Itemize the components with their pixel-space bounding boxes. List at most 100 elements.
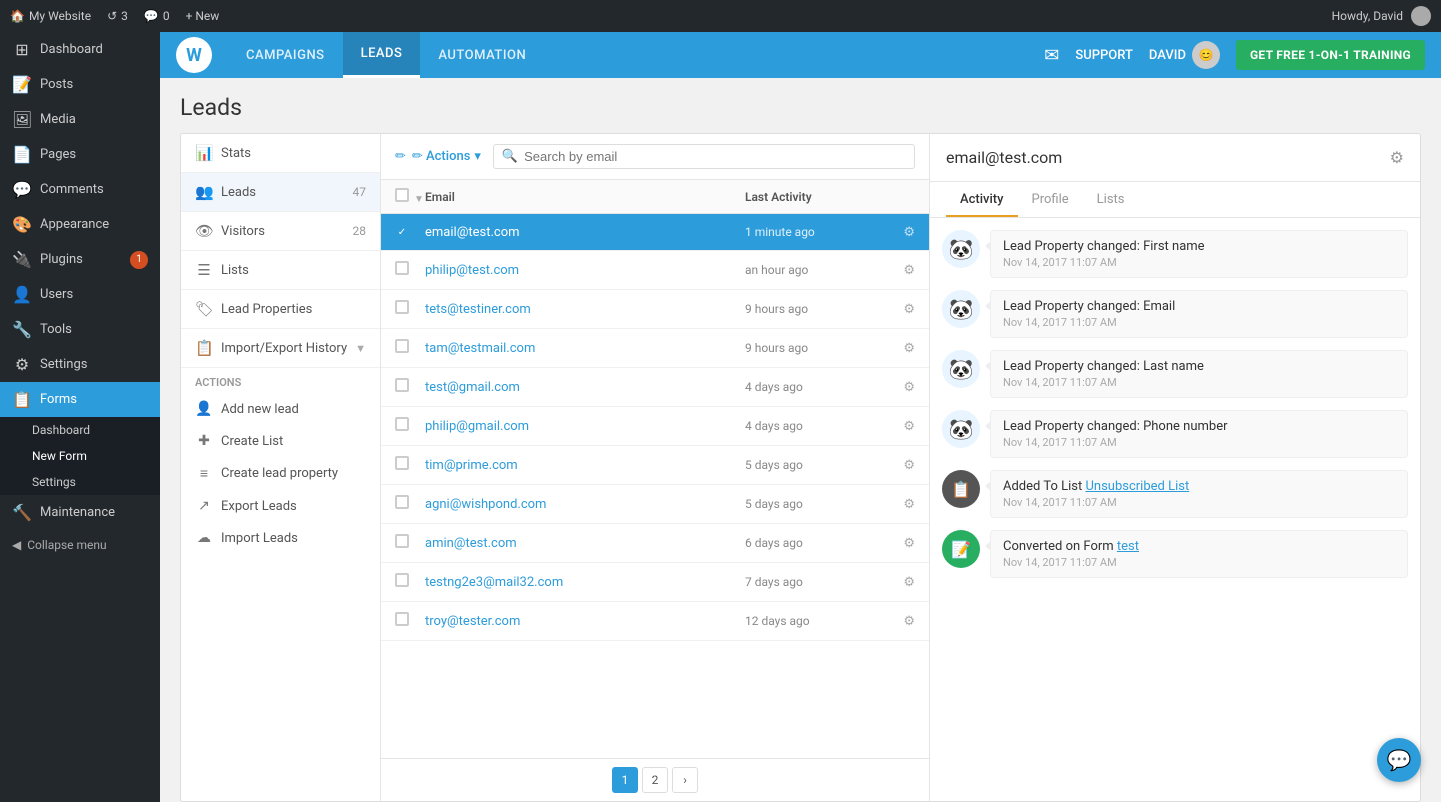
- lead-settings-icon[interactable]: ⚙: [885, 302, 915, 317]
- row-checkbox[interactable]: [395, 456, 409, 470]
- lead-row[interactable]: tets@testiner.com 9 hours ago ⚙: [381, 290, 929, 329]
- lead-row[interactable]: test@gmail.com 4 days ago ⚙: [381, 368, 929, 407]
- lead-row[interactable]: tam@testmail.com 9 hours ago ⚙: [381, 329, 929, 368]
- forms-submenu-settings[interactable]: Settings: [0, 469, 160, 495]
- sidebar-item-appearance[interactable]: 🎨 Appearance: [0, 207, 160, 242]
- logo-button[interactable]: W: [176, 37, 212, 73]
- cta-button[interactable]: GET FREE 1-ON-1 TRAINING: [1236, 40, 1425, 70]
- sidebar-lead-properties[interactable]: 🏷 Lead Properties: [181, 290, 380, 329]
- lead-settings-icon[interactable]: ⚙: [885, 536, 915, 551]
- lead-row[interactable]: philip@test.com an hour ago ⚙: [381, 251, 929, 290]
- lead-settings-icon[interactable]: ⚙: [885, 419, 915, 434]
- row-checkbox[interactable]: [395, 226, 409, 240]
- sidebar-item-forms[interactable]: 📋 Forms: [0, 382, 160, 417]
- lead-activity: 4 days ago: [745, 419, 885, 433]
- lead-settings-icon[interactable]: ⚙: [885, 575, 915, 590]
- admin-bar-site[interactable]: 🏠 My Website: [10, 9, 91, 23]
- sidebar-item-posts[interactable]: 📝 Posts: [0, 67, 160, 102]
- nav-automation[interactable]: AUTOMATION: [420, 32, 544, 78]
- import-export-arrow: ▼: [355, 342, 366, 355]
- lead-row[interactable]: amin@test.com 6 days ago ⚙: [381, 524, 929, 563]
- sidebar-item-maintenance[interactable]: 🔨 Maintenance: [0, 495, 160, 530]
- sidebar-leads[interactable]: 👥 Leads 47: [181, 173, 380, 212]
- right-panel-tabs: Activity Profile Lists: [930, 182, 1420, 218]
- lead-activity: 5 days ago: [745, 497, 885, 511]
- activity-body: Lead Property changed: Last name Nov 14,…: [990, 350, 1408, 398]
- select-all-checkbox[interactable]: [395, 188, 409, 202]
- lead-row[interactable]: philip@gmail.com 4 days ago ⚙: [381, 407, 929, 446]
- lead-settings-icon[interactable]: ⚙: [885, 341, 915, 356]
- page-next-button[interactable]: ›: [672, 767, 698, 793]
- row-checkbox[interactable]: [395, 495, 409, 509]
- search-input[interactable]: [524, 149, 906, 164]
- action-create-list[interactable]: ✚ Create List: [181, 425, 380, 457]
- sidebar-item-plugins[interactable]: 🔌 Plugins 1: [0, 242, 160, 277]
- action-export-leads[interactable]: ↗ Export Leads: [181, 490, 380, 522]
- unsubscribed-list-link[interactable]: Unsubscribed List: [1085, 479, 1189, 494]
- appearance-icon: 🎨: [12, 215, 32, 234]
- forms-submenu-dashboard[interactable]: Dashboard: [0, 417, 160, 443]
- sort-icon: ▼: [414, 194, 424, 205]
- sidebar-item-pages[interactable]: 📄 Pages: [0, 137, 160, 172]
- nav-campaigns[interactable]: CAMPAIGNS: [228, 32, 343, 78]
- mail-icon[interactable]: ✉: [1044, 45, 1059, 66]
- form-link[interactable]: test: [1117, 539, 1139, 554]
- lead-settings-icon[interactable]: ⚙: [885, 263, 915, 278]
- tab-lists[interactable]: Lists: [1083, 182, 1139, 217]
- lead-settings-icon[interactable]: ⚙: [885, 458, 915, 473]
- action-import-leads[interactable]: ☁ Import Leads: [181, 522, 380, 554]
- lead-settings-gear-icon[interactable]: ⚙: [1390, 148, 1404, 167]
- nav-leads[interactable]: LEADS: [343, 32, 421, 78]
- user-avatar: 😊: [1192, 41, 1220, 69]
- row-checkbox[interactable]: [395, 339, 409, 353]
- sidebar-visitors[interactable]: 👁 Visitors 28: [181, 212, 380, 251]
- admin-bar-revisions[interactable]: ↺ 3: [107, 9, 128, 23]
- admin-bar-new[interactable]: + New: [186, 9, 220, 23]
- lead-settings-icon[interactable]: ⚙: [885, 497, 915, 512]
- sidebar-item-users[interactable]: 👤 Users: [0, 277, 160, 312]
- action-create-lead-property[interactable]: ≡ Create lead property: [181, 457, 380, 490]
- row-checkbox[interactable]: [395, 573, 409, 587]
- activity-time: Nov 14, 2017 11:07 AM: [1003, 316, 1395, 329]
- actions-button[interactable]: ✏ ✏ Actions ▾: [395, 149, 481, 164]
- sidebar-import-export[interactable]: 📋 Import/Export History ▼: [181, 329, 380, 368]
- lead-row[interactable]: agni@wishpond.com 5 days ago ⚙: [381, 485, 929, 524]
- row-checkbox[interactable]: [395, 300, 409, 314]
- row-checkbox[interactable]: [395, 612, 409, 626]
- admin-bar: 🏠 My Website ↺ 3 💬 0 + New Howdy, David: [0, 0, 1441, 32]
- sidebar-stats[interactable]: 📊 Stats: [181, 134, 380, 173]
- tab-profile[interactable]: Profile: [1018, 182, 1083, 217]
- tools-icon: 🔧: [12, 320, 32, 339]
- row-checkbox[interactable]: [395, 534, 409, 548]
- page-2-button[interactable]: 2: [642, 767, 668, 793]
- sidebar-lists[interactable]: ☰ Lists: [181, 251, 380, 290]
- lead-row[interactable]: email@test.com 1 minute ago ⚙: [381, 214, 929, 251]
- sidebar-item-dashboard[interactable]: ⊞ Dashboard: [0, 32, 160, 67]
- forms-submenu-new-form[interactable]: New Form: [0, 443, 160, 469]
- sidebar-item-settings[interactable]: ⚙ Settings: [0, 347, 160, 382]
- user-info[interactable]: DAVID 😊: [1149, 41, 1220, 69]
- admin-bar-comments[interactable]: 💬 0: [144, 9, 170, 23]
- sidebar-item-comments[interactable]: 💬 Comments: [0, 172, 160, 207]
- lead-row[interactable]: testng2e3@mail32.com 7 days ago ⚙: [381, 563, 929, 602]
- action-add-new-lead[interactable]: 👤 Add new lead: [181, 393, 380, 425]
- chat-bubble-button[interactable]: 💬: [1377, 738, 1421, 782]
- lead-settings-icon[interactable]: ⚙: [885, 225, 915, 240]
- collapse-menu-button[interactable]: ◀ Collapse menu: [0, 530, 160, 560]
- lead-settings-icon[interactable]: ⚙: [885, 614, 915, 629]
- row-checkbox[interactable]: [395, 378, 409, 392]
- sidebar-item-tools[interactable]: 🔧 Tools: [0, 312, 160, 347]
- lead-settings-icon[interactable]: ⚙: [885, 380, 915, 395]
- support-link[interactable]: SUPPORT: [1075, 48, 1133, 63]
- activity-avatar: 🐼: [942, 410, 980, 448]
- lead-row[interactable]: tim@prime.com 5 days ago ⚙: [381, 446, 929, 485]
- sidebar-item-media[interactable]: 🖼 Media: [0, 102, 160, 137]
- lead-row[interactable]: troy@tester.com 12 days ago ⚙: [381, 602, 929, 641]
- selected-lead-email: email@test.com: [946, 148, 1062, 167]
- lead-email: philip@test.com: [425, 263, 745, 278]
- import-icon: ☁: [195, 530, 213, 546]
- row-checkbox[interactable]: [395, 417, 409, 431]
- row-checkbox[interactable]: [395, 261, 409, 275]
- page-1-button[interactable]: 1: [612, 767, 638, 793]
- tab-activity[interactable]: Activity: [946, 182, 1018, 217]
